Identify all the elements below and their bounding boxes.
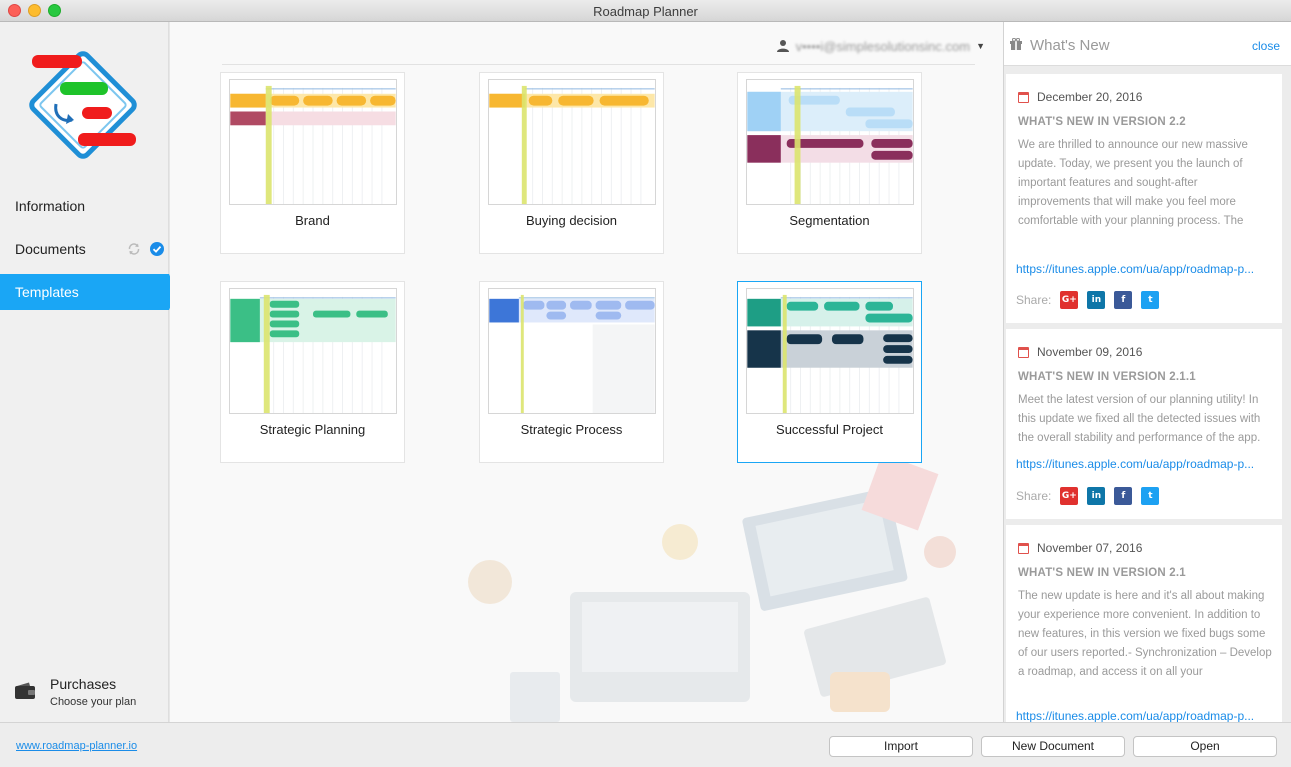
whats-new-panel: What's New close December 20, 2016 WHAT'… [1003, 22, 1291, 722]
title-bar: Roadmap Planner [0, 0, 1291, 22]
template-preview-buying-decision [488, 79, 656, 205]
template-card-brand[interactable]: Brand [220, 72, 405, 254]
whats-new-title: What's New [1030, 37, 1110, 54]
news-date: November 07, 2016 [1037, 541, 1143, 555]
news-date: December 20, 2016 [1037, 90, 1143, 104]
template-card-segmentation[interactable]: Segmentation [737, 72, 922, 254]
news-headline: WHAT'S NEW IN VERSION 2.1.1 [1018, 371, 1196, 383]
gift-icon [1010, 38, 1022, 50]
google-plus-icon[interactable]: G+ [1060, 487, 1079, 505]
purchases-subtitle: Choose your plan [50, 696, 137, 708]
linkedin-icon[interactable]: in [1087, 487, 1106, 505]
google-plus-icon[interactable]: G+ [1060, 291, 1079, 309]
template-preview-segmentation [746, 79, 914, 205]
template-name: Segmentation [789, 213, 870, 228]
news-item: December 20, 2016 WHAT'S NEW IN VERSION … [1006, 74, 1282, 323]
news-link[interactable]: https://itunes.apple.com/ua/app/roadmap-… [1016, 457, 1270, 471]
twitter-icon[interactable]: t [1141, 291, 1160, 309]
calendar-icon [1018, 91, 1029, 103]
template-preview-successful-project [746, 288, 914, 414]
news-body: The new update is here and it's all abou… [1018, 590, 1272, 678]
news-body: Meet the latest version of our planning … [1018, 394, 1261, 444]
sidebar-item-label: Information [15, 198, 86, 214]
open-button[interactable]: Open [1133, 736, 1277, 757]
sidebar-item-documents[interactable]: Documents [0, 231, 169, 267]
bottom-bar: www.roadmap-planner.io Import New Docume… [0, 722, 1291, 767]
app-logo-icon [29, 51, 137, 159]
user-icon [776, 40, 789, 52]
sidebar-item-information[interactable]: Information [0, 188, 169, 224]
template-name: Brand [295, 213, 330, 228]
news-link[interactable]: https://itunes.apple.com/ua/app/roadmap-… [1016, 709, 1270, 722]
share-label: Share: [1016, 489, 1052, 503]
template-card-successful-project[interactable]: Successful Project [737, 281, 922, 463]
news-headline: WHAT'S NEW IN VERSION 2.2 [1018, 116, 1186, 128]
whats-new-header: What's New close [1004, 22, 1291, 66]
template-preview-brand [229, 79, 397, 205]
website-link[interactable]: www.roadmap-planner.io [16, 740, 137, 752]
template-preview-strategic-planning [229, 288, 397, 414]
template-name: Strategic Process [520, 422, 623, 437]
sidebar-item-label: Templates [15, 284, 79, 300]
chevron-down-icon: ▼ [976, 41, 985, 51]
divider [222, 64, 975, 65]
facebook-icon[interactable]: f [1114, 291, 1133, 309]
facebook-icon[interactable]: f [1114, 487, 1133, 505]
template-card-strategic-process[interactable]: Strategic Process [479, 281, 664, 463]
news-date: November 09, 2016 [1037, 345, 1143, 359]
news-body: We are thrilled to announce our new mass… [1018, 139, 1248, 227]
news-item: November 09, 2016 WHAT'S NEW IN VERSION … [1006, 329, 1282, 519]
window-title: Roadmap Planner [593, 4, 698, 19]
sidebar-item-label: Documents [15, 241, 86, 257]
linkedin-icon[interactable]: in [1087, 291, 1106, 309]
template-card-buying-decision[interactable]: Buying decision [479, 72, 664, 254]
close-link[interactable]: close [1252, 39, 1280, 53]
calendar-icon [1018, 346, 1029, 358]
sidebar: Information Documents Templates Purchase… [0, 22, 177, 722]
share-label: Share: [1016, 293, 1052, 307]
news-link[interactable]: https://itunes.apple.com/ua/app/roadmap-… [1016, 262, 1270, 276]
template-preview-strategic-process [488, 288, 656, 414]
templates-area: v••••i@simplesolutionsinc.com ▼ Brand Bu… [170, 22, 1003, 722]
share-row: Share: G+ in f t [1016, 291, 1160, 309]
twitter-icon[interactable]: t [1141, 487, 1160, 505]
template-name: Successful Project [776, 422, 883, 437]
template-card-strategic-planning[interactable]: Strategic Planning [220, 281, 405, 463]
purchases-title: Purchases [50, 676, 117, 692]
wallet-icon [15, 682, 35, 699]
template-name: Strategic Planning [259, 422, 366, 437]
calendar-icon [1018, 542, 1029, 554]
workspace-illustration [468, 453, 956, 722]
news-headline: WHAT'S NEW IN VERSION 2.1 [1018, 567, 1186, 579]
news-item: November 07, 2016 WHAT'S NEW IN VERSION … [1006, 525, 1282, 722]
import-button[interactable]: Import [829, 736, 973, 757]
new-document-button[interactable]: New Document [981, 736, 1125, 757]
sync-icon[interactable] [127, 242, 141, 256]
synced-check-icon [150, 242, 164, 256]
sidebar-item-templates[interactable]: Templates [0, 274, 177, 310]
share-row: Share: G+ in f t [1016, 487, 1160, 505]
purchases-link[interactable]: Purchases Choose your plan [14, 674, 164, 714]
user-account-menu[interactable]: v••••i@simplesolutionsinc.com ▼ [776, 37, 985, 55]
template-name: Buying decision [525, 213, 618, 228]
user-email: v••••i@simplesolutionsinc.com [795, 38, 971, 54]
